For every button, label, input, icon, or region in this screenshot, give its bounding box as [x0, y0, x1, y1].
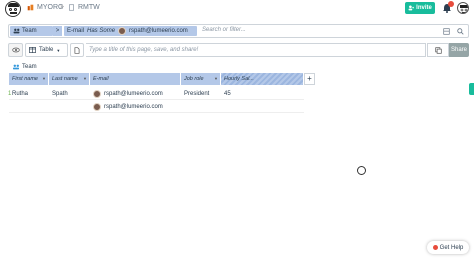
invite-user-icon [408, 5, 415, 11]
column-header[interactable]: Hourly Sal... [221, 73, 304, 85]
table-cell[interactable] [181, 101, 221, 113]
chevron-down-icon: ▼ [214, 76, 218, 81]
chevron-down-icon: ▼ [83, 76, 87, 81]
document-icon [74, 46, 80, 54]
filter-attribute: E-mail [67, 28, 85, 34]
table-row[interactable]: rspath@lumeerio.com [9, 101, 304, 113]
grid-icon[interactable] [443, 28, 450, 35]
collection-chip[interactable]: Team [10, 26, 53, 36]
loading-cursor-icon [357, 166, 366, 175]
table-icon [29, 47, 36, 53]
project-icon [69, 4, 74, 11]
team-icon [13, 28, 20, 34]
table-cell[interactable]: Spath [49, 88, 90, 100]
email-value: rspath@lumeerio.com [104, 91, 163, 97]
table-row[interactable]: Rutha Spath rspath@lumeerio.com Presiden… [9, 88, 304, 100]
filter-value: rspath@lumeerio.com [129, 28, 188, 34]
table-cell[interactable]: President [181, 88, 221, 100]
chevron-down-icon: ▼ [56, 47, 61, 53]
copy-button[interactable] [427, 43, 449, 57]
document-button[interactable] [70, 43, 84, 57]
table-collection-name: Team [22, 64, 37, 70]
top-bar: MYORG > RMTW Invite [0, 0, 474, 18]
table-collection-label: Team [12, 64, 37, 70]
get-help-label: Get Help [439, 244, 464, 251]
table-cell[interactable] [221, 101, 304, 113]
view-title-input[interactable]: Type a title of this page, save, and sha… [86, 43, 426, 57]
avatar-icon [118, 27, 127, 35]
column-header-label: Last name [52, 76, 78, 82]
filter-chip[interactable]: E-mail Has Some rspath@lumeerio.com [64, 26, 197, 36]
table-cell[interactable]: 45 [221, 88, 304, 100]
chevron-right-icon: > [53, 26, 62, 36]
filter-condition: Has Some [87, 28, 116, 34]
avatar-icon [93, 103, 101, 111]
add-column-button[interactable]: + [304, 73, 315, 85]
logo-icon[interactable] [5, 1, 21, 17]
team-icon [13, 64, 19, 70]
notification-badge [448, 1, 454, 7]
column-header-label: Job role [184, 76, 204, 82]
email-value: rspath@lumeerio.com [104, 104, 163, 110]
column-header[interactable]: First name ▼ [9, 73, 49, 85]
invite-label: Invite [416, 5, 432, 11]
help-icon [432, 245, 438, 250]
table-cell[interactable]: rspath@lumeerio.com [90, 101, 181, 113]
breadcrumb-separator: > [60, 4, 65, 11]
column-header-label: First name [12, 76, 38, 82]
eye-icon [11, 47, 20, 53]
organization-icon [27, 4, 34, 11]
view-type-label: Table [39, 47, 54, 53]
breadcrumb-org[interactable]: MYORG [27, 4, 63, 11]
table-cell[interactable] [49, 101, 90, 113]
table-cell[interactable]: rspath@lumeerio.com [90, 88, 181, 100]
side-panel-tab[interactable] [469, 83, 474, 95]
column-header-label: E-mail [93, 76, 109, 82]
search-icon[interactable] [457, 28, 464, 35]
table-header: First name ▼ Last name ▼ E-mail Job role ▼ … [9, 73, 304, 85]
view-toolbar: Table ▼ Type a title of this page, save,… [8, 43, 469, 57]
copy-icon [434, 46, 442, 54]
chevron-down-icon: ▼ [42, 76, 46, 81]
breadcrumb-project-label: RMTW [78, 4, 100, 11]
collection-chip-label: Team [22, 28, 37, 34]
table-cell[interactable] [9, 101, 49, 113]
table-cell[interactable]: Rutha [9, 88, 49, 100]
search-input[interactable]: Search or filter... [202, 27, 246, 33]
get-help-button[interactable]: Get Help [427, 241, 469, 254]
search-query-bar[interactable]: Team > E-mail Has Some rspath@lumeerio.c… [8, 24, 469, 38]
user-avatar-icon[interactable] [457, 2, 469, 14]
plus-icon: + [307, 74, 312, 83]
column-header[interactable]: E-mail [90, 73, 181, 85]
column-header-label: Hourly Sal... [224, 76, 254, 82]
column-header[interactable]: Last name ▼ [49, 73, 90, 85]
breadcrumb-project[interactable]: RMTW [68, 4, 100, 11]
view-type-dropdown[interactable]: Table ▼ [25, 43, 68, 57]
eye-button[interactable] [8, 43, 23, 57]
share-button[interactable]: Share [449, 43, 469, 57]
avatar-icon [93, 90, 101, 98]
column-header[interactable]: Job role ▼ [181, 73, 221, 85]
invite-button[interactable]: Invite [405, 2, 435, 14]
